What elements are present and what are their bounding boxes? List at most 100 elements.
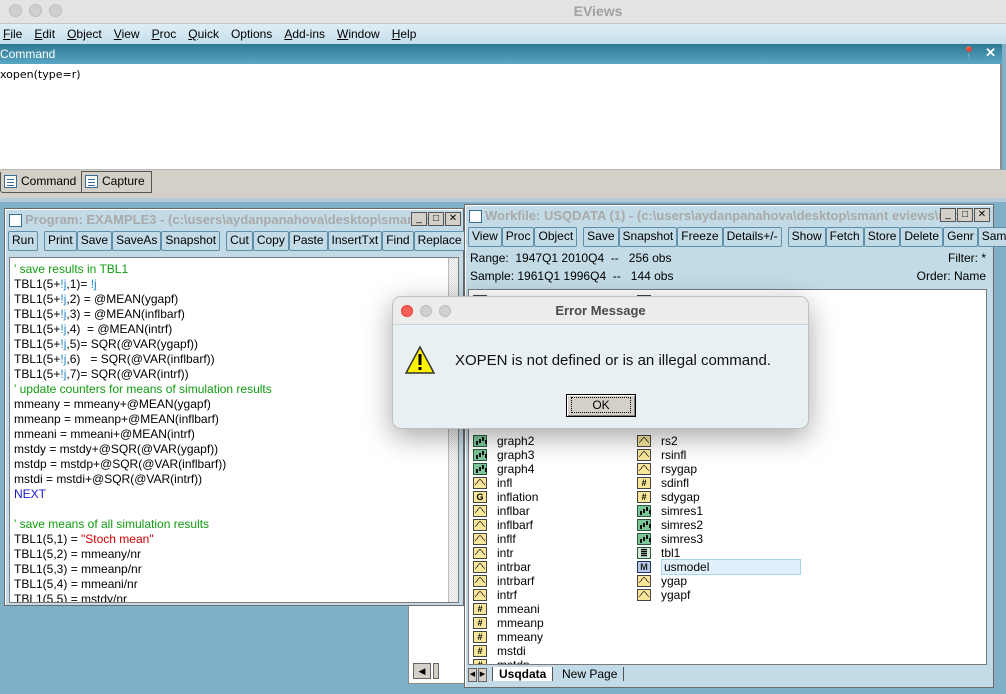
menu-proc[interactable]: Proc xyxy=(152,27,177,41)
copy-button[interactable]: Copy xyxy=(252,231,289,251)
range-value[interactable]: 1947Q1 2010Q4 -- 256 obs xyxy=(515,251,671,265)
menu-add-ins[interactable]: Add-ins xyxy=(284,27,325,41)
workfile-object-rsinfl[interactable]: rsinfl xyxy=(637,448,686,462)
tab-capture[interactable]: Capture xyxy=(81,171,152,193)
scroll-thumb[interactable] xyxy=(433,663,439,679)
snapshot-button[interactable]: Snapshot xyxy=(161,231,221,251)
scalar-icon: # xyxy=(473,603,487,615)
workfile-object-simres3[interactable]: simres3 xyxy=(637,532,703,546)
delete-button[interactable]: Delete xyxy=(900,227,944,247)
freeze-button[interactable]: Freeze xyxy=(677,227,723,247)
close-icon[interactable]: ✕ xyxy=(985,45,996,61)
show-button[interactable]: Show xyxy=(787,227,826,247)
menu-help[interactable]: Help xyxy=(392,27,417,41)
workfile-object-graph3[interactable]: graph3 xyxy=(473,448,534,462)
workfile-object-sdygap[interactable]: # sdygap xyxy=(637,490,700,504)
saveas-button[interactable]: SaveAs xyxy=(112,231,162,251)
page-scroll-left[interactable]: ◀ xyxy=(468,668,477,682)
workfile-object-inflbarf[interactable]: inflbarf xyxy=(473,518,533,532)
genr-button[interactable]: Genr xyxy=(943,227,978,247)
menu-view[interactable]: View xyxy=(114,27,140,41)
workfile-object-sdinfl[interactable]: # sdinfl xyxy=(637,476,689,490)
page-tab-new-page[interactable]: New Page xyxy=(556,667,625,681)
series-icon xyxy=(637,589,651,601)
details--button[interactable]: Details+/- xyxy=(722,227,782,247)
menu-edit[interactable]: Edit xyxy=(34,27,55,41)
page-scroll-right[interactable]: ▶ xyxy=(478,668,487,682)
proc-button[interactable]: Proc xyxy=(501,227,535,247)
workfile-object-intr[interactable]: intr xyxy=(473,546,514,560)
filter[interactable]: Filter: * xyxy=(948,251,986,265)
workfile-object-intrf[interactable]: intrf xyxy=(473,588,517,602)
view-button[interactable]: View xyxy=(468,227,502,247)
replace-button[interactable]: Replace xyxy=(413,231,466,251)
workfile-object-inflation[interactable]: Ginflation xyxy=(473,490,538,504)
code-line: mstdp = mstdp+@SQR(@VAR(inflbarf)) xyxy=(14,457,227,471)
workfile-object-intrbar[interactable]: intrbar xyxy=(473,560,531,574)
workfile-object-mstdp[interactable]: # mstdp xyxy=(473,658,530,664)
object-name: simres1 xyxy=(661,504,704,518)
run-button[interactable]: Run xyxy=(8,231,39,251)
dialog-close-button[interactable] xyxy=(401,305,413,317)
workfile-object-mmeani[interactable]: # mmeani xyxy=(473,602,540,616)
workfile-object-mstdi[interactable]: # mstdi xyxy=(473,644,526,658)
workfile-object-mmeany[interactable]: # mmeany xyxy=(473,630,543,644)
code-line: NEXT xyxy=(14,487,47,501)
maximize-button[interactable]: □ xyxy=(957,208,973,222)
workfile-object-inflf[interactable]: inflf xyxy=(473,532,516,546)
store-button[interactable]: Store xyxy=(863,227,901,247)
range-row: Range: 1947Q1 2010Q4 -- 256 obs xyxy=(470,251,671,265)
minimize-button[interactable]: _ xyxy=(411,212,427,226)
scroll-left-button[interactable]: ◀ xyxy=(413,663,431,679)
workfile-object-intrbarf[interactable]: intrbarf xyxy=(473,574,534,588)
dialog-title: Error Message xyxy=(555,303,646,318)
workfile-object-rs2[interactable]: rs2 xyxy=(637,434,678,448)
program-window-titlebar[interactable]: Program: EXAMPLE3 - (c:\users\aydanpanah… xyxy=(7,212,461,230)
cut-button[interactable]: Cut xyxy=(226,231,253,251)
menu-options[interactable]: Options xyxy=(231,27,272,41)
workfile-window-titlebar[interactable]: Workfile: USQDATA (1) - (c:\users\aydanp… xyxy=(467,208,991,226)
workfile-object-simres2[interactable]: simres2 xyxy=(637,518,703,532)
find-button[interactable]: Find xyxy=(382,231,414,251)
pin-icon[interactable]: 📍 xyxy=(962,46,976,59)
sample-button[interactable]: Sample xyxy=(977,227,1006,247)
workfile-object-usmodel[interactable]: Musmodel xyxy=(637,559,801,575)
workfile-object-inflbar[interactable]: inflbar xyxy=(473,504,530,518)
workfile-object-simres1[interactable]: simres1 xyxy=(637,504,703,518)
workfile-object-mmeanp[interactable]: # mmeanp xyxy=(473,616,544,630)
command-input[interactable]: xopen(type=r) xyxy=(0,64,1002,170)
menu-object[interactable]: Object xyxy=(67,27,102,41)
object-button[interactable]: Object xyxy=(534,227,578,247)
workfile-object-graph4[interactable]: graph4 xyxy=(473,462,534,476)
capture-tab-icon xyxy=(85,175,98,188)
workfile-object-tbl1[interactable]: ≣ tbl1 xyxy=(637,546,680,560)
workfile-object-ygap[interactable]: ygap xyxy=(637,574,687,588)
maximize-button[interactable]: □ xyxy=(428,212,444,226)
page-tab-usqdata[interactable]: Usqdata xyxy=(492,667,554,681)
close-button[interactable]: ✕ xyxy=(445,212,461,226)
save-button[interactable]: Save xyxy=(76,231,113,251)
menu-file[interactable]: File xyxy=(3,27,22,41)
print-button[interactable]: Print xyxy=(44,231,77,251)
paste-button[interactable]: Paste xyxy=(288,231,328,251)
workfile-object-ygapf[interactable]: ygapf xyxy=(637,588,690,602)
close-button[interactable]: ✕ xyxy=(974,208,990,222)
inserttxt-button[interactable]: InsertTxt xyxy=(327,231,383,251)
workfile-object-infl[interactable]: infl xyxy=(473,476,512,490)
code-line: TBL1(5,2) = mmeany/nr xyxy=(14,547,142,561)
fetch-button[interactable]: Fetch xyxy=(825,227,864,247)
snapshot-button[interactable]: Snapshot xyxy=(618,227,678,247)
workfile-object-rsygap[interactable]: rsygap xyxy=(637,462,697,476)
tab-command[interactable]: Command xyxy=(0,172,84,193)
save-button[interactable]: Save xyxy=(583,227,619,247)
ok-button[interactable]: OK xyxy=(566,394,636,417)
minimize-button[interactable]: _ xyxy=(940,208,956,222)
menu-window[interactable]: Window xyxy=(337,27,380,41)
menu-quick[interactable]: Quick xyxy=(188,27,219,41)
order[interactable]: Order: Name xyxy=(917,269,986,283)
workspace-divider[interactable] xyxy=(0,198,1006,202)
command-pane-header: Command 📍 ✕ xyxy=(0,44,1002,64)
sample-value[interactable]: 1961Q1 1996Q4 -- 144 obs xyxy=(517,269,673,283)
workfile-object-graph2[interactable]: graph2 xyxy=(473,434,534,448)
table-icon: ≣ xyxy=(637,547,651,559)
